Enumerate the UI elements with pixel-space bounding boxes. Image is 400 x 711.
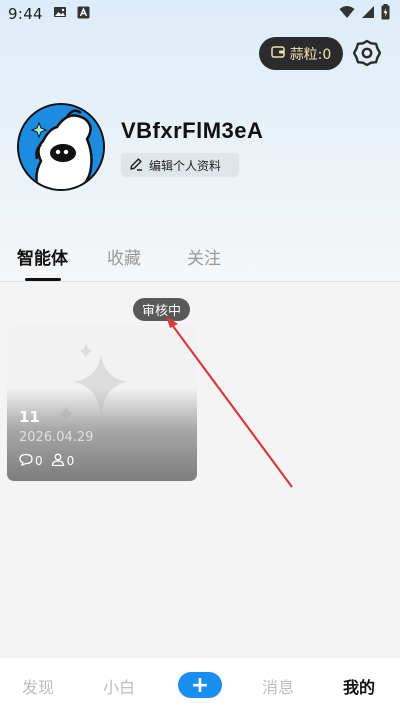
status-bar: 9:44 (0, 0, 400, 28)
avatar[interactable] (17, 103, 105, 191)
tab-agents[interactable]: 智能体 (17, 244, 68, 269)
edit-profile-button[interactable]: 编辑个人资料 (121, 153, 239, 177)
coin-balance-label: 蒜粒:0 (289, 46, 332, 63)
content-tabs: 智能体 收藏 关注 (0, 236, 400, 282)
comment-icon (19, 453, 33, 469)
gear-icon (352, 39, 382, 71)
coin-balance-button[interactable]: 蒜粒:0 (259, 37, 343, 70)
username: VBfxrFlM3eA (121, 118, 264, 143)
tab-following[interactable]: 关注 (187, 244, 221, 269)
nav-messages[interactable]: 消息 (262, 674, 294, 698)
image-icon (53, 5, 67, 23)
nav-mine[interactable]: 我的 (343, 674, 375, 698)
wifi-icon (339, 5, 355, 23)
card-stats: 0 0 (19, 453, 74, 469)
wallet-icon (270, 45, 285, 62)
comment-count: 0 (35, 454, 43, 468)
create-button[interactable]: + (178, 672, 222, 698)
status-right-icons (339, 4, 390, 24)
a-notification-icon (77, 6, 90, 23)
user-stat: 0 (51, 453, 75, 469)
settings-button[interactable] (352, 39, 382, 71)
card-date: 2026.04.29 (19, 430, 94, 445)
nav-discover[interactable]: 发现 (22, 674, 54, 698)
plus-icon: + (190, 672, 210, 698)
nav-xiaobai[interactable]: 小白 (103, 674, 135, 698)
signal-icon (361, 5, 375, 23)
agent-card[interactable]: 11 2026.04.29 0 0 (7, 326, 197, 481)
bottom-navigation: 发现 小白 + 消息 我的 (0, 657, 400, 711)
user-count: 0 (66, 454, 75, 468)
battery-charging-icon (381, 4, 390, 24)
tab-favorites[interactable]: 收藏 (107, 244, 141, 269)
pencil-icon (129, 157, 143, 174)
edit-profile-label: 编辑个人资料 (149, 158, 222, 173)
user-icon (51, 453, 65, 469)
status-time: 9:44 (8, 5, 43, 23)
active-tab-indicator (25, 278, 61, 281)
card-title: 11 (19, 408, 40, 426)
review-status-badge: 审核中 (133, 298, 190, 321)
comment-stat: 0 (19, 453, 43, 469)
